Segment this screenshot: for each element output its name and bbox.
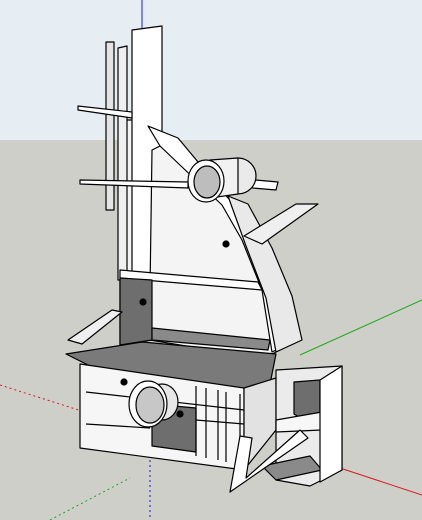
cubby-dark-left — [119, 277, 153, 346]
sky — [0, 0, 422, 140]
tube-lower-hole — [135, 386, 165, 424]
sketchup-scene[interactable] — [0, 0, 422, 520]
3d-viewport[interactable] — [0, 0, 422, 520]
right-box-front-frame — [319, 365, 343, 483]
tube-upper-hole — [193, 165, 221, 199]
knob-lower-left — [120, 378, 128, 386]
knob-left — [139, 298, 147, 306]
vertical-board-mid — [117, 45, 128, 281]
knob-lower — [176, 410, 184, 418]
knob-upper — [222, 240, 230, 248]
